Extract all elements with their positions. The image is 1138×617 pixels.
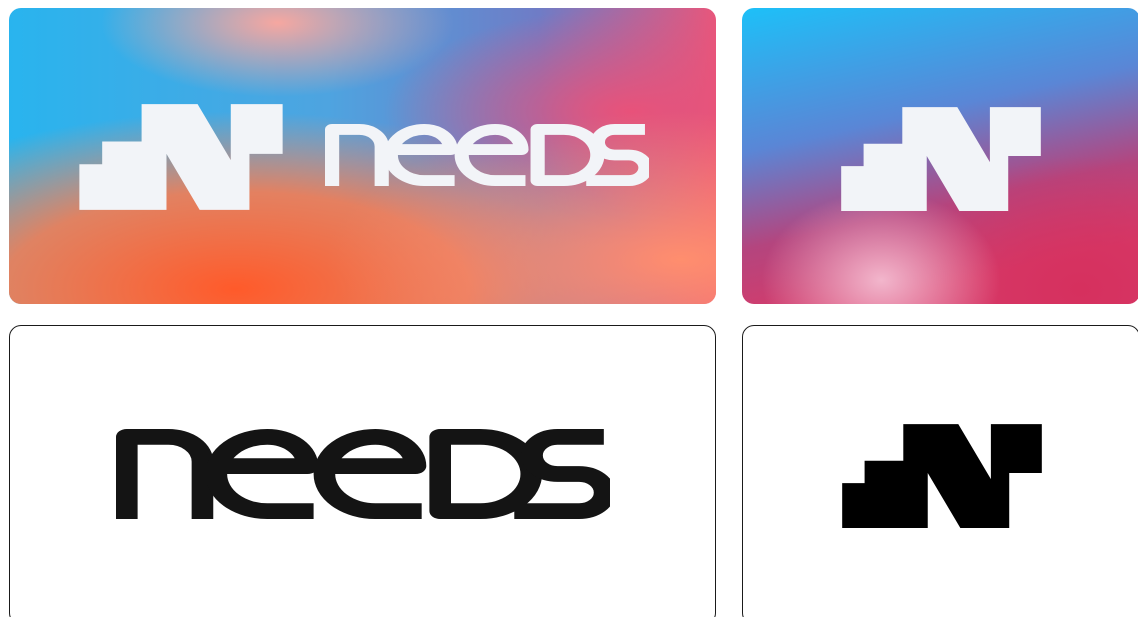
- gradient-logo-card: [9, 8, 716, 304]
- wordmark-card: [9, 325, 716, 617]
- n-logo-icon: [840, 420, 1044, 530]
- black-mark-card: [742, 325, 1138, 617]
- gradient-mark-card: [742, 8, 1138, 304]
- brand-board: [0, 0, 1138, 617]
- needs-wordmark: [116, 429, 610, 519]
- n-logo-icon: [77, 100, 285, 212]
- n-logo-icon: [839, 103, 1043, 213]
- needs-wordmark: [325, 124, 649, 186]
